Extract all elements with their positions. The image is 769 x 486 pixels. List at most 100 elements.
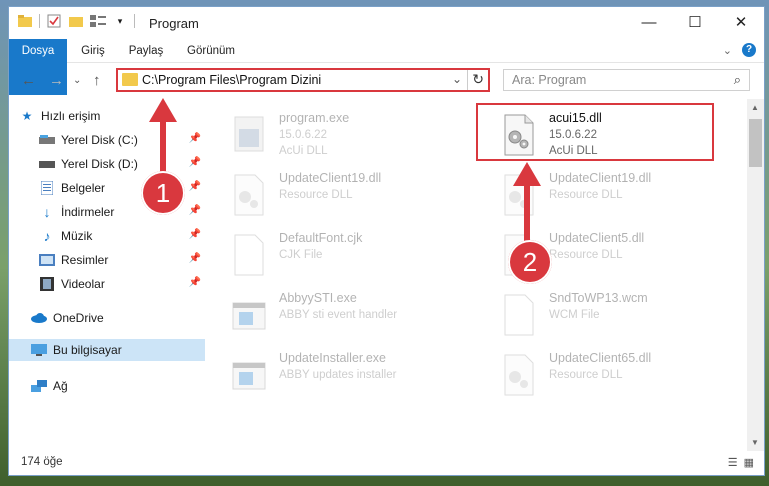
item-count: 174 öğe <box>21 456 63 468</box>
sidebar-item-quick-access[interactable]: ★ Hızlı erişim <box>19 105 213 127</box>
expand-ribbon-icon[interactable]: ⌄ <box>723 44 732 57</box>
address-divider <box>467 70 468 90</box>
sidebar-item-label: Yerel Disk (C:) <box>61 133 138 147</box>
file-name: UpdateInstaller.exe <box>279 351 387 365</box>
selected-file-highlight <box>476 103 714 161</box>
scrollbar-thumb[interactable] <box>749 119 762 167</box>
pin-icon[interactable]: 📌 <box>189 229 201 240</box>
window-title: Program <box>149 16 199 31</box>
pin-icon[interactable]: 📌 <box>189 253 201 264</box>
back-arrow-icon[interactable]: ← <box>21 72 36 89</box>
file-description: AcUi DLL <box>279 145 328 157</box>
file-description: Resource DLL <box>549 249 623 261</box>
new-folder-icon[interactable] <box>68 14 84 28</box>
window-controls: — ☐ ✕ <box>626 7 764 37</box>
dll-gear-file-icon <box>504 174 534 216</box>
view-options-icon[interactable] <box>90 14 106 28</box>
details-view-icon[interactable]: ☰ <box>728 456 738 469</box>
music-icon: ♪ <box>43 228 51 244</box>
sidebar-item-label: Ağ <box>53 379 68 393</box>
maximize-button[interactable]: ☐ <box>672 7 718 37</box>
app-window-icon <box>232 362 266 390</box>
app-window-icon <box>232 302 266 330</box>
sidebar-item-network[interactable]: Ağ <box>31 375 203 397</box>
file-description: Resource DLL <box>549 369 623 381</box>
drive-icon <box>39 133 55 147</box>
close-button[interactable]: ✕ <box>718 7 764 37</box>
large-icons-view-icon[interactable]: ▦ <box>744 456 754 469</box>
sidebar-item-this-pc[interactable]: Bu bilgisayar <box>9 339 205 361</box>
file-description: WCM File <box>549 309 600 321</box>
refresh-icon[interactable]: ↻ <box>472 71 484 88</box>
minimize-button[interactable]: — <box>626 7 672 37</box>
address-path[interactable]: C:\Program Files\Program Dizini <box>142 73 321 87</box>
up-arrow-icon[interactable]: ↑ <box>93 72 101 89</box>
computer-icon <box>31 343 47 357</box>
properties-icon[interactable] <box>46 14 62 28</box>
file-name: program.exe <box>279 111 350 125</box>
file-version: 15.0.6.22 <box>279 129 327 141</box>
sidebar-item-pictures[interactable]: Resimler 📌 <box>39 249 203 271</box>
sidebar-item-videos[interactable]: Videolar 📌 <box>39 273 203 295</box>
file-name: DefaultFont.cjk <box>279 231 363 245</box>
sidebar-item-label: Videolar <box>61 277 105 291</box>
callout-two: 2 <box>508 240 552 284</box>
download-icon: ↓ <box>43 204 51 220</box>
file-item[interactable]: DefaultFont.cjk CJK File <box>209 225 449 281</box>
help-icon[interactable]: ? <box>742 43 756 57</box>
sidebar-item-label: Bu bilgisayar <box>53 343 122 357</box>
search-input[interactable]: Ara: Program ⌕ <box>503 69 750 91</box>
blank-file-icon <box>234 234 264 276</box>
tab-home[interactable]: Giriş <box>71 39 115 63</box>
sidebar-item-onedrive[interactable]: OneDrive <box>31 307 203 329</box>
file-item[interactable]: UpdateInstaller.exe ABBY updates install… <box>209 345 449 401</box>
blank-file-icon <box>504 294 534 336</box>
pin-icon[interactable]: 📌 <box>189 133 201 144</box>
file-name: UpdateClient19.dll <box>279 171 382 185</box>
navigation-bar: ← → ⌄ ↑ C:\Program Files\Program Dizini … <box>9 63 764 97</box>
documents-icon <box>39 181 55 195</box>
sidebar-item-disk-c[interactable]: Yerel Disk (C:) 📌 <box>39 129 203 151</box>
cloud-icon <box>31 311 47 325</box>
sidebar-item-label: Hızlı erişim <box>41 109 101 123</box>
folder-icon[interactable] <box>17 14 33 28</box>
pin-icon[interactable]: 📌 <box>189 181 201 192</box>
tab-share[interactable]: Paylaş <box>121 39 171 63</box>
tab-view[interactable]: Görünüm <box>181 39 241 63</box>
sidebar-item-music[interactable]: ♪ Müzik 📌 <box>39 225 203 247</box>
file-item[interactable]: AbbyySTI.exe ABBY sti event handler <box>209 285 449 341</box>
pin-icon[interactable]: 📌 <box>189 277 201 288</box>
file-item[interactable]: UpdateClient65.dll Resource DLL <box>479 345 719 401</box>
quick-access-toolbar: ▾ <box>17 14 135 28</box>
ribbon-tabs: Dosya Giriş Paylaş Görünüm ⌄ ? <box>9 39 764 95</box>
dll-gear-file-icon <box>234 174 264 216</box>
forward-arrow-icon[interactable]: → <box>49 72 64 89</box>
sidebar-item-label: İndirmeler <box>61 205 115 219</box>
file-name: UpdateClient5.dll <box>549 231 645 245</box>
title-bar: ▾ Program — ☐ ✕ <box>9 7 764 39</box>
sidebar-item-label: Yerel Disk (D:) <box>61 157 138 171</box>
file-item[interactable]: program.exe 15.0.6.22 AcUi DLL <box>209 105 449 161</box>
sidebar-item-label: Resimler <box>61 253 109 267</box>
address-bar[interactable]: C:\Program Files\Program Dizini ⌄ ↻ <box>116 68 490 92</box>
sidebar-item-disk-d[interactable]: Yerel Disk (D:) 📌 <box>39 153 203 175</box>
toolbar-divider <box>39 14 40 28</box>
file-item[interactable]: SndToWP13.wcm WCM File <box>479 285 719 341</box>
file-item[interactable]: UpdateClient19.dll Resource DLL <box>479 165 719 221</box>
sidebar-item-label: OneDrive <box>53 311 104 325</box>
file-explorer-window: ▾ Program — ☐ ✕ Dosya Giriş Paylaş Görün… <box>8 6 765 476</box>
address-dropdown-icon[interactable]: ⌄ <box>452 72 462 86</box>
customize-toolbar-icon[interactable]: ▾ <box>112 14 128 28</box>
file-item[interactable]: UpdateClient19.dll Resource DLL <box>209 165 449 221</box>
search-icon[interactable]: ⌕ <box>734 72 741 88</box>
file-description: Resource DLL <box>549 189 623 201</box>
recent-locations-icon[interactable]: ⌄ <box>73 75 81 86</box>
pin-icon[interactable]: 📌 <box>189 205 201 216</box>
vertical-scrollbar[interactable]: ▲ ▼ <box>747 99 764 451</box>
file-name: SndToWP13.wcm <box>549 291 648 305</box>
status-bar: 174 öğe ☰ ▦ <box>9 451 764 475</box>
scroll-up-icon[interactable]: ▲ <box>751 103 759 112</box>
file-description: Resource DLL <box>279 189 353 201</box>
pin-icon[interactable]: 📌 <box>189 157 201 168</box>
scroll-down-icon[interactable]: ▼ <box>751 438 759 447</box>
